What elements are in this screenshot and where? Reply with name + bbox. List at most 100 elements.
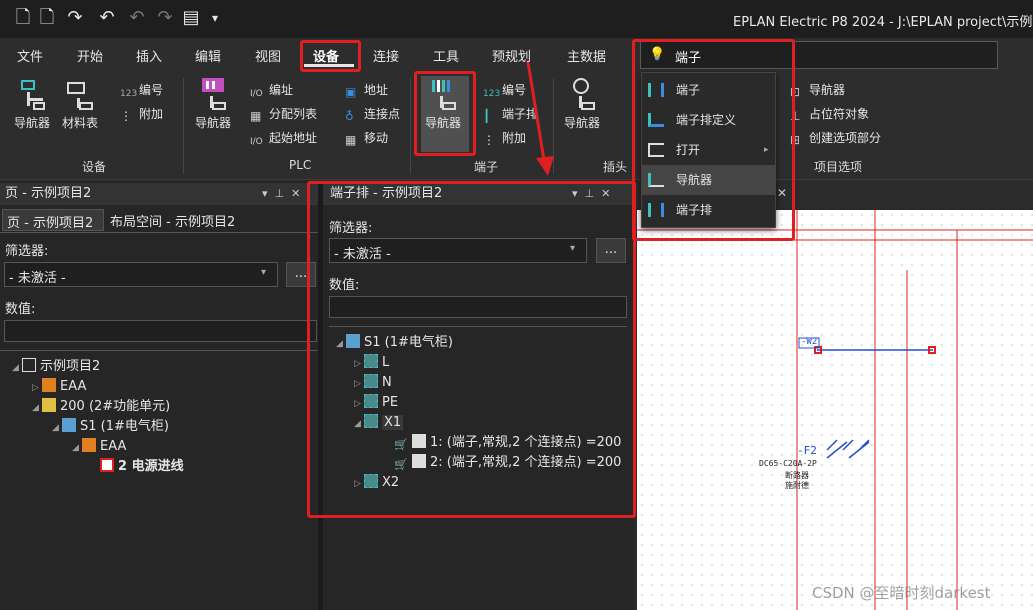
plc-start-label: 起始地址 <box>269 131 318 145</box>
panel-menu-icon[interactable]: ▾ ⊥ ✕ <box>262 187 300 200</box>
tree-divider <box>0 350 318 351</box>
eaa-icon <box>42 378 56 392</box>
tab-divider <box>0 232 318 233</box>
expand-icon: ◢ <box>12 363 19 373</box>
tab-tools[interactable]: 工具 <box>433 46 459 65</box>
tab-start[interactable]: 开始 <box>77 46 103 65</box>
device-attach-button[interactable]: ⋮ 附加 <box>120 104 163 124</box>
tree-item-page[interactable]: 2 电源进线 <box>100 457 184 477</box>
parts-list-label: 材料表 <box>62 116 99 130</box>
ribbon-separator <box>410 78 411 174</box>
io-start-icon: I/O <box>250 137 263 147</box>
tree-label: 200 (2#功能单元) <box>60 399 171 414</box>
expand-icon: ◢ <box>32 403 39 413</box>
move-icon: ▦ <box>345 133 357 147</box>
redo2-icon[interactable]: ↷ <box>154 6 176 30</box>
group-terminal-label: 端子 <box>474 160 499 174</box>
new-icon[interactable]: 🗋 <box>12 6 34 30</box>
tree-item-function-unit[interactable]: ◢ 200 (2#功能单元) <box>32 397 170 417</box>
watermark: CSDN @至暗时刻darkest <box>812 584 991 602</box>
page-filter-select[interactable]: - 未激活 - ▾ <box>4 262 278 287</box>
group-plc-label: PLC <box>289 158 312 172</box>
plc-navigator-icon <box>198 78 228 110</box>
device-navigator-button[interactable]: 导航器 <box>14 78 50 131</box>
highlight-terminal-panel <box>307 181 636 518</box>
terminal-strip-icon: ┃ <box>483 109 491 123</box>
plc-start-button[interactable]: I/O 起始地址 <box>250 128 317 148</box>
customize-icon[interactable]: ▾ <box>204 6 226 30</box>
cable-label: -W2 <box>801 337 818 347</box>
collapse-icon: ▷ <box>32 383 39 393</box>
expand-icon: ◢ <box>72 443 79 453</box>
options-navigator-button[interactable]: ⊡ 导航器 <box>790 80 845 100</box>
plc-addr-label: 地址 <box>364 83 389 97</box>
tree-label: EAA <box>60 379 87 394</box>
chevron-down-icon: ▾ <box>261 267 267 278</box>
undo2-icon[interactable]: ↶ <box>126 6 148 30</box>
tree-item-project[interactable]: ◢ 示例项目2 <box>12 357 100 377</box>
function-unit-icon <box>42 398 56 412</box>
plc-move-label: 移动 <box>364 131 389 145</box>
tree-label: 2 电源进线 <box>118 459 184 474</box>
alloc-list-icon: ▦ <box>250 109 262 123</box>
tab-file[interactable]: 文件 <box>17 46 43 65</box>
device-attach-label: 附加 <box>139 107 164 121</box>
tab-view[interactable]: 视图 <box>255 46 281 65</box>
annotation-arrow <box>526 61 554 176</box>
highlight-device-tab <box>300 40 361 72</box>
terminal-attach-icon: ⋮ <box>483 133 495 147</box>
open-icon[interactable]: 🗋 <box>36 6 58 30</box>
plc-conn-label: 连接点 <box>364 107 401 121</box>
manufacturer-label: 施耐德 <box>785 481 809 490</box>
attach-icon: ⋮ <box>120 109 132 123</box>
plc-move-button[interactable]: ▦ 移动 <box>345 128 388 148</box>
plc-alloc-button[interactable]: ▦ 分配列表 <box>250 104 317 124</box>
device-navigator-label: 导航器 <box>14 116 51 130</box>
connection-point-icon: ♁ <box>345 109 354 123</box>
placeholder-label: 占位符对象 <box>809 107 870 121</box>
device-numbering-label: 编号 <box>139 83 164 97</box>
tree-item-eaa-sub[interactable]: ◢ EAA <box>72 437 126 457</box>
part-number-label: DC65-C20A-2P <box>759 459 817 468</box>
page-filter-label: 筛选器: <box>5 244 49 259</box>
options-navigator-label: 导航器 <box>809 83 846 97</box>
project-icon <box>22 358 36 372</box>
tab-pages[interactable]: 页 - 示例项目2 <box>2 209 104 231</box>
page-value-input[interactable] <box>4 320 317 342</box>
device-numbering-button[interactable]: 123 编号 <box>120 80 163 100</box>
plc-conn-button[interactable]: ♁ 连接点 <box>345 104 400 124</box>
plug-navigator-button[interactable]: 导航器 <box>564 78 600 131</box>
placeholder-button[interactable]: ⊥ 占位符对象 <box>790 104 869 124</box>
undo-icon[interactable]: ↶ <box>96 6 118 30</box>
page-filter-value: - 未激活 - <box>9 271 66 286</box>
parts-list-button[interactable]: 材料表 <box>62 78 98 131</box>
tree-item-eaa[interactable]: ▷ EAA <box>32 377 86 397</box>
group-device-label: 设备 <box>82 160 107 174</box>
tab-connect[interactable]: 连接 <box>373 46 399 65</box>
create-option-button[interactable]: ⊞ 创建选项部分 <box>790 128 881 148</box>
tab-master-data[interactable]: 主数据 <box>567 46 606 65</box>
app-title: EPLAN Electric P8 2024 - J:\EPLAN projec… <box>733 15 1033 30</box>
tree-label: EAA <box>100 439 127 454</box>
highlight-search-results <box>632 39 795 241</box>
schematic-drawing <box>637 210 1033 610</box>
plc-addr-button[interactable]: ▣ 地址 <box>345 80 388 100</box>
address-icon: ▣ <box>345 85 357 99</box>
plc-navigator-button[interactable]: 导航器 <box>195 78 231 131</box>
schematic-canvas[interactable]: -W2 -F2 DC65-C20A-2P 断路器 施耐德 <box>637 210 1033 610</box>
table-icon[interactable]: ▤ <box>180 6 202 30</box>
io-icon: I/O <box>250 89 263 99</box>
title-bar: 🗋 🗋 ↷ ↶ ↶ ↷ ▤ ▾ EPLAN Electric P8 2024 -… <box>0 0 1033 38</box>
group-plug-label: 插头 <box>603 160 628 174</box>
eaa-sub-icon <box>82 438 96 452</box>
breaker-label: -F2 <box>797 444 817 457</box>
tab-insert[interactable]: 插入 <box>136 46 162 65</box>
tab-layout-space[interactable]: 布局空间 - 示例项目2 <box>110 211 235 230</box>
plc-edit-button[interactable]: I/O 编址 <box>250 80 293 100</box>
page-value-label: 数值: <box>5 302 36 317</box>
tree-item-cabinet[interactable]: ◢ S1 (1#电气柜) <box>52 417 169 437</box>
numbering-icon: 123 <box>120 89 138 99</box>
plc-navigator-label: 导航器 <box>195 116 232 130</box>
tab-edit[interactable]: 编辑 <box>195 46 221 65</box>
redo-icon[interactable]: ↷ <box>64 6 86 30</box>
